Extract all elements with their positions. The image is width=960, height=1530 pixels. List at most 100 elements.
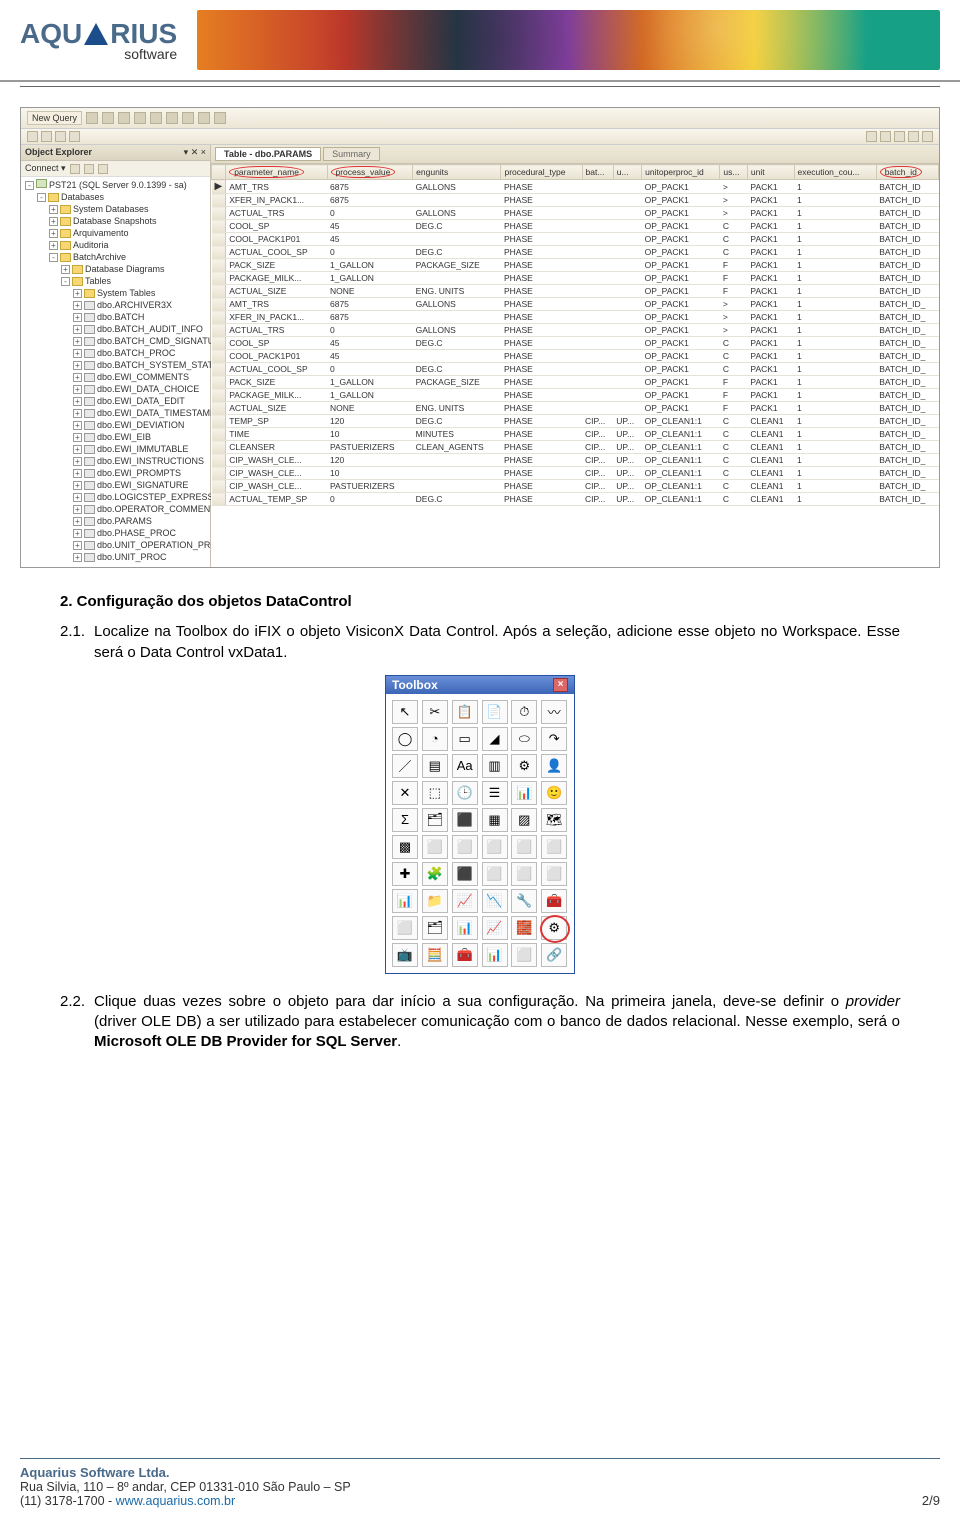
tool-icon[interactable]: ⬚ <box>422 781 448 805</box>
toolbar-icon[interactable] <box>166 112 178 124</box>
toolbar-icon[interactable] <box>182 112 194 124</box>
table-row[interactable]: ▶AMT_TRS6875GALLONSPHASEOP_PACK1>PACK11B… <box>212 180 939 194</box>
toolbar-icon[interactable] <box>41 131 52 142</box>
tree-node[interactable]: dbo.LOGICSTEP_EXPRESSION <box>97 492 230 502</box>
tree-node[interactable]: Auditoria <box>73 240 109 250</box>
expand-icon[interactable]: + <box>73 457 82 466</box>
tree-node[interactable]: dbo.BATCH <box>97 312 144 322</box>
expand-icon[interactable]: + <box>73 349 82 358</box>
tool-icon[interactable]: 🔧 <box>511 889 537 913</box>
tool-icon[interactable]: ⬛ <box>452 808 478 832</box>
toolbar-icon[interactable] <box>214 112 226 124</box>
tool-icon[interactable]: ⬜ <box>452 835 478 859</box>
tool-icon[interactable]: ⬜ <box>541 862 567 886</box>
tool-icon[interactable]: ⏱ <box>511 700 537 724</box>
tool-icon[interactable]: 📈 <box>482 916 508 940</box>
expand-icon[interactable]: + <box>73 325 82 334</box>
toolbar-icon[interactable] <box>880 131 891 142</box>
tool-icon[interactable]: 〰 <box>541 700 567 724</box>
toolbar-icon[interactable] <box>134 112 146 124</box>
table-row[interactable]: ACTUAL_COOL_SP0DEG.CPHASEOP_PACK1CPACK11… <box>212 363 939 376</box>
toolbar-icon[interactable] <box>922 131 933 142</box>
column-header[interactable]: parameter_name <box>226 165 327 180</box>
tool-icon[interactable]: 📁 <box>422 889 448 913</box>
tool-icon[interactable]: 🧮 <box>422 943 448 967</box>
tool-icon[interactable]: Aa <box>452 754 478 778</box>
toolbar-icon[interactable] <box>118 112 130 124</box>
tool-icon[interactable]: ▤ <box>422 754 448 778</box>
toolbar-icon[interactable] <box>27 131 38 142</box>
tool-icon[interactable]: ☰ <box>482 781 508 805</box>
toolbar-icon[interactable] <box>198 112 210 124</box>
tool-icon[interactable]: ▥ <box>482 754 508 778</box>
table-row[interactable]: AMT_TRS6875GALLONSPHASEOP_PACK1>PACK11BA… <box>212 298 939 311</box>
table-row[interactable]: COOL_SP45DEG.CPHASEOP_PACK1CPACK11BATCH_… <box>212 337 939 350</box>
tool-icon[interactable]: 📊 <box>392 889 418 913</box>
tree-node[interactable]: Database Snapshots <box>73 216 157 226</box>
toolbar-icon[interactable] <box>866 131 877 142</box>
tree-node[interactable]: dbo.EWI_DATA_TIMESTAMP <box>97 408 216 418</box>
tree-node[interactable]: dbo.BATCH_AUDIT_INFO <box>97 324 203 334</box>
column-header[interactable]: bat... <box>582 165 613 180</box>
tool-icon[interactable]: ✚ <box>392 862 418 886</box>
tool-icon[interactable]: 📈 <box>452 889 478 913</box>
tool-icon[interactable]: ⬜ <box>541 835 567 859</box>
tool-icon[interactable]: ◢ <box>482 727 508 751</box>
tree-node[interactable]: dbo.UNIT_PROC <box>97 552 167 562</box>
tool-icon[interactable]: ⬜ <box>482 835 508 859</box>
column-header[interactable]: unitoperproc_id <box>642 165 720 180</box>
expand-icon[interactable]: + <box>73 301 82 310</box>
tool-icon[interactable]: ⬜ <box>511 862 537 886</box>
tool-icon[interactable]: 🗂 <box>422 808 448 832</box>
table-row[interactable]: PACKAGE_MILK...1_GALLONPHASEOP_PACK1FPAC… <box>212 389 939 402</box>
column-header[interactable]: engunits <box>413 165 501 180</box>
close-icon[interactable]: × <box>553 678 568 692</box>
tool-icon[interactable]: 📄 <box>482 700 508 724</box>
tool-icon[interactable]: ⬭ <box>511 727 537 751</box>
expand-icon[interactable]: + <box>49 205 58 214</box>
tool-icon[interactable]: 🗂 <box>422 916 448 940</box>
tool-icon[interactable]: ／ <box>392 754 418 778</box>
tool-icon[interactable]: ◔ <box>422 727 448 751</box>
tool-icon[interactable]: ◯ <box>392 727 418 751</box>
expand-icon[interactable]: + <box>73 385 82 394</box>
expand-icon[interactable]: + <box>49 217 58 226</box>
table-row[interactable]: CIP_WASH_CLE...PASTUERIZERSPHASECIP...UP… <box>212 480 939 493</box>
tool-icon[interactable]: ▨ <box>511 808 537 832</box>
table-row[interactable]: PACKAGE_MILK...1_GALLONPHASEOP_PACK1FPAC… <box>212 272 939 285</box>
table-row[interactable]: PACK_SIZE1_GALLONPACKAGE_SIZEPHASEOP_PAC… <box>212 376 939 389</box>
table-row[interactable]: ACTUAL_TEMP_SP0DEG.CPHASECIP...UP...OP_C… <box>212 493 939 506</box>
tree-node[interactable]: dbo.EWI_DATA_EDIT <box>97 396 185 406</box>
column-header[interactable]: procedural_type <box>501 165 582 180</box>
tool-icon[interactable]: 📺 <box>392 943 418 967</box>
expand-icon[interactable]: + <box>49 241 58 250</box>
tree-node[interactable]: Databases <box>61 192 104 202</box>
table-row[interactable]: ACTUAL_TRS0GALLONSPHASEOP_PACK1>PACK11BA… <box>212 324 939 337</box>
expand-icon[interactable]: + <box>73 553 82 562</box>
expand-icon[interactable]: + <box>73 541 82 550</box>
expand-icon[interactable]: + <box>73 409 82 418</box>
tool-icon[interactable]: 📋 <box>452 700 478 724</box>
tool-icon[interactable]: ▦ <box>482 808 508 832</box>
table-row[interactable]: TEMP_SP120DEG.CPHASECIP...UP...OP_CLEAN1… <box>212 415 939 428</box>
tool-icon[interactable]: ⬜ <box>422 835 448 859</box>
expand-icon[interactable]: - <box>61 277 70 286</box>
expand-icon[interactable]: + <box>49 229 58 238</box>
tree-node[interactable]: dbo.EWI_EIB <box>97 432 151 442</box>
expand-icon[interactable]: + <box>73 361 82 370</box>
expand-icon[interactable]: + <box>73 421 82 430</box>
tree-node[interactable]: dbo.EWI_COMMENTS <box>97 372 189 382</box>
table-row[interactable]: ACTUAL_TRS0GALLONSPHASEOP_PACK1>PACK11BA… <box>212 207 939 220</box>
tree-node[interactable]: dbo.PARAMS <box>97 516 152 526</box>
tree-node[interactable]: dbo.BATCH_CMD_SIGNATURE <box>97 336 227 346</box>
tree-node[interactable]: Tables <box>85 276 111 286</box>
expand-icon[interactable]: + <box>73 373 82 382</box>
table-row[interactable]: TIME10MINUTESPHASECIP...UP...OP_CLEAN1:1… <box>212 428 939 441</box>
tool-icon[interactable]: 🧰 <box>541 889 567 913</box>
table-row[interactable]: ACTUAL_SIZENONEENG. UNITSPHASEOP_PACK1FP… <box>212 285 939 298</box>
tool-icon[interactable]: 👤 <box>541 754 567 778</box>
expand-icon[interactable]: + <box>73 445 82 454</box>
column-header[interactable]: execution_cou... <box>794 165 876 180</box>
expand-icon[interactable]: + <box>73 493 82 502</box>
toolbar-icon[interactable] <box>86 112 98 124</box>
